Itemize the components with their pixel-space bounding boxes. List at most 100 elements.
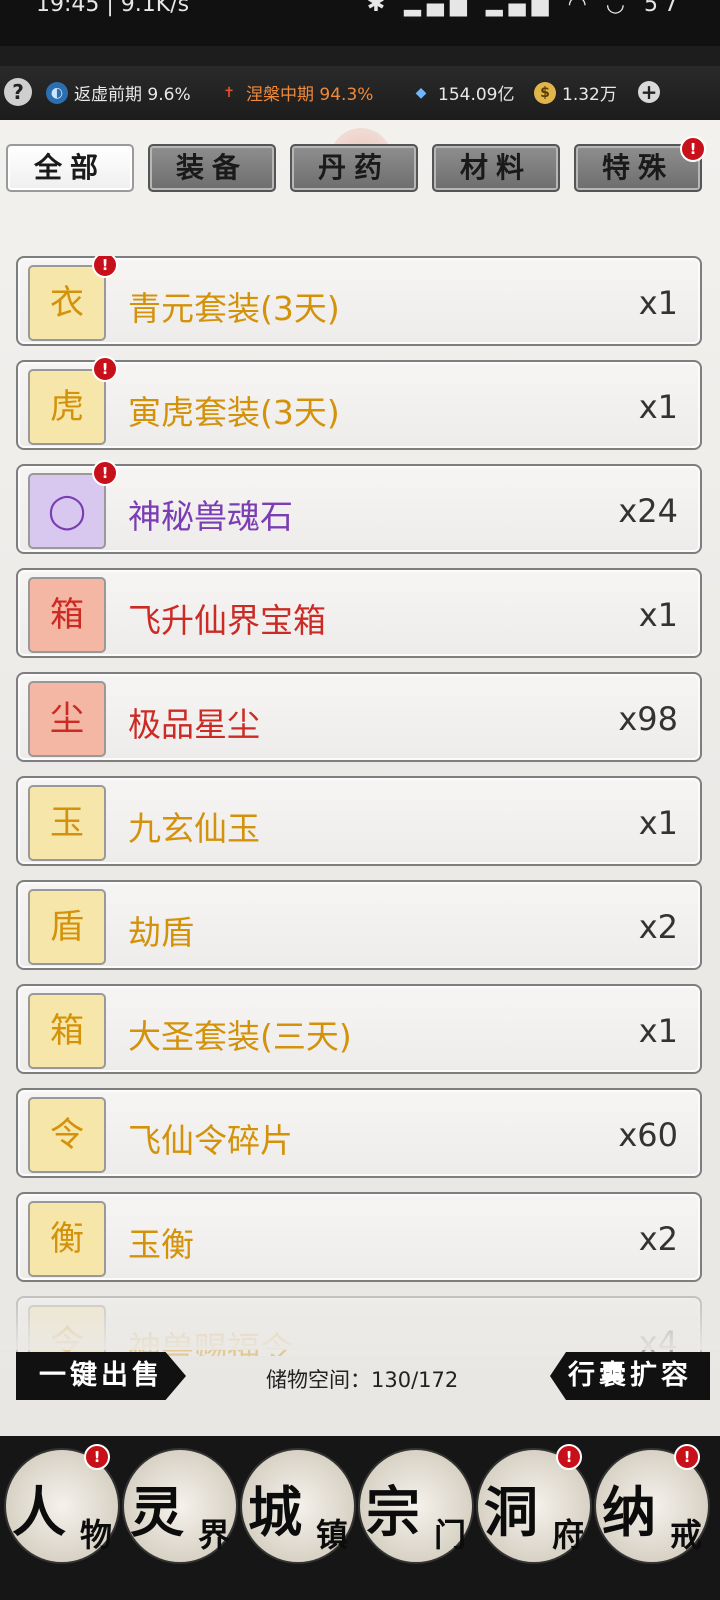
nav-item[interactable]: 灵界 — [122, 1448, 238, 1564]
item-glyph-icon: 箱 — [50, 595, 84, 635]
nav-label-sub: 戒 — [669, 1516, 702, 1554]
coin-icon: $ — [534, 81, 556, 104]
item-count: x2 — [638, 908, 678, 946]
expand-bag-button[interactable]: 行囊扩容 — [550, 1352, 710, 1400]
item-glyph-icon: 衣 — [50, 283, 84, 323]
nav-label-sub: 镇 — [315, 1516, 348, 1554]
item-glyph-icon: 衡 — [50, 1219, 84, 1259]
nav-item[interactable]: 洞府! — [476, 1444, 592, 1564]
nav-label-sub: 门 — [433, 1516, 466, 1554]
tab-materials[interactable]: 材料 — [432, 144, 560, 192]
status-bar: 19:45 | 9.1K/s ✱ ▂▄▆ ▂▄▆ ◠ ◡ 57 — [0, 0, 720, 46]
item-name: 飞仙令碎片 — [128, 1121, 293, 1160]
nav-label-sub: 界 — [197, 1516, 230, 1554]
storage-capacity: 储物空间：130/172 — [266, 1368, 459, 1392]
item-icon: 箱 — [28, 993, 106, 1069]
help-icon[interactable]: ? — [4, 78, 32, 106]
realm-secondary-text: 涅槃中期 94.3% — [246, 85, 374, 105]
status-icons: ✱ ▂▄▆ ▂▄▆ ◠ ◡ 57 — [366, 0, 684, 17]
coin-value: 1.32万 — [562, 85, 617, 105]
item-glyph-icon: 令 — [50, 1115, 84, 1155]
item-count: x98 — [618, 700, 678, 738]
list-item[interactable]: 玉 九玄仙玉 x1 — [16, 776, 702, 866]
item-icon: 衣 — [28, 265, 106, 341]
nav-label-sub: 物 — [79, 1516, 112, 1554]
list-item[interactable]: 箱 飞升仙界宝箱 x1 — [16, 568, 702, 658]
item-name: 劫盾 — [128, 913, 194, 952]
item-name: 寅虎套装(3天) — [128, 393, 340, 432]
list-item[interactable]: 衡 玉衡 x2 — [16, 1192, 702, 1282]
item-name: 飞升仙界宝箱 — [128, 601, 326, 640]
item-count: x2 — [638, 1220, 678, 1258]
nav-label-sub: 府 — [551, 1516, 584, 1554]
item-icon: 尘 — [28, 681, 106, 757]
new-item-badge: ! — [92, 256, 118, 278]
list-item[interactable]: 盾 劫盾 x2 — [16, 880, 702, 970]
nav-item[interactable]: 城镇 — [240, 1448, 356, 1564]
nav-badge: ! — [84, 1444, 110, 1470]
nav-label-main: 灵 — [130, 1480, 184, 1544]
spirit-stone-value: 154.09亿 — [438, 85, 515, 105]
list-item[interactable]: 尘 极品星尘 x98 — [16, 672, 702, 762]
item-count: x1 — [638, 284, 678, 322]
new-item-badge: ! — [92, 356, 118, 382]
item-icon: 箱 — [28, 577, 106, 653]
item-name: 玉衡 — [128, 1225, 194, 1264]
nav-label-main: 洞 — [484, 1480, 538, 1544]
item-list[interactable]: 衣! 青元套装(3天) x1 虎! 寅虎套装(3天) x1 ◯! 神秘兽魂石 x24 箱 飞升仙界宝… — [16, 256, 704, 1356]
list-item[interactable]: 虎! 寅虎套装(3天) x1 — [16, 356, 702, 450]
status-time: 19:45 | 9.1K/s — [36, 0, 190, 17]
item-icon: 衡 — [28, 1201, 106, 1277]
sword-icon: ✝ — [223, 84, 235, 101]
item-name: 大圣套装(三天) — [128, 1017, 352, 1056]
realm-secondary: ✝ 涅槃中期 94.3% — [218, 80, 374, 106]
item-name: 九玄仙玉 — [128, 809, 260, 848]
list-item[interactable]: ◯! 神秘兽魂石 x24 — [16, 460, 702, 554]
tab-all[interactable]: 全部 — [6, 144, 134, 192]
list-item[interactable]: 箱 大圣套装(三天) x1 — [16, 984, 702, 1074]
item-glyph-icon: ◯ — [47, 491, 87, 531]
resource-bar: ? ◐ 返虚前期 9.6% ✝ 涅槃中期 94.3% ◆ 154.09亿 $ 1… — [0, 66, 720, 122]
list-item[interactable]: 令 飞仙令碎片 x60 — [16, 1088, 702, 1178]
item-count: x24 — [618, 492, 678, 530]
nav-item[interactable]: 人物! — [4, 1444, 120, 1564]
nav-badge: ! — [556, 1444, 582, 1470]
nav-label-main: 纳 — [602, 1480, 656, 1544]
item-icon: 盾 — [28, 889, 106, 965]
nav-label-main: 人 — [12, 1480, 66, 1544]
item-icon: 虎 — [28, 369, 106, 445]
nav-item[interactable]: 纳戒! — [594, 1444, 710, 1564]
item-glyph-icon: 虎 — [50, 387, 84, 427]
item-count: x60 — [618, 1116, 678, 1154]
item-glyph-icon: 玉 — [50, 803, 84, 843]
item-name: 青元套装(3天) — [128, 289, 340, 328]
item-count: x1 — [638, 388, 678, 426]
crystal-icon: ◆ — [415, 84, 427, 101]
nav-label-main: 宗 — [366, 1480, 420, 1544]
add-currency-button[interactable]: + — [638, 81, 660, 103]
tab-pills[interactable]: 丹药 — [290, 144, 418, 192]
item-glyph-icon: 盾 — [50, 907, 84, 947]
inventory-footer: 一键出售 储物空间：130/172 行囊扩容 — [0, 1352, 720, 1412]
item-count: x1 — [638, 804, 678, 842]
nav-badge: ! — [674, 1444, 700, 1470]
category-tabs: 全部 装备 丹药 材料 特殊 ! — [0, 136, 720, 194]
tab-equipment[interactable]: 装备 — [148, 144, 276, 192]
realm-primary: ◐ 返虚前期 9.6% — [46, 80, 191, 105]
item-glyph-icon: 箱 — [50, 1011, 84, 1051]
nav-label-main: 城 — [248, 1480, 302, 1544]
realm-primary-text: 返虚前期 9.6% — [74, 85, 191, 105]
spirit-stone-count: ◆ 154.09亿 — [410, 80, 515, 106]
list-fade — [0, 1300, 720, 1350]
item-count: x1 — [638, 1012, 678, 1050]
item-icon: 令 — [28, 1097, 106, 1173]
item-name: 神秘兽魂石 — [128, 497, 293, 536]
sell-all-button[interactable]: 一键出售 — [16, 1352, 186, 1400]
item-icon: 玉 — [28, 785, 106, 861]
coin-count: $ 1.32万 — [534, 80, 617, 105]
item-glyph-icon: 尘 — [50, 699, 84, 739]
bottom-nav: 人物! 灵界城镇宗门洞府! 纳戒! — [0, 1436, 720, 1600]
list-item[interactable]: 衣! 青元套装(3天) x1 — [16, 256, 702, 346]
item-count: x1 — [638, 596, 678, 634]
nav-item[interactable]: 宗门 — [358, 1448, 474, 1564]
